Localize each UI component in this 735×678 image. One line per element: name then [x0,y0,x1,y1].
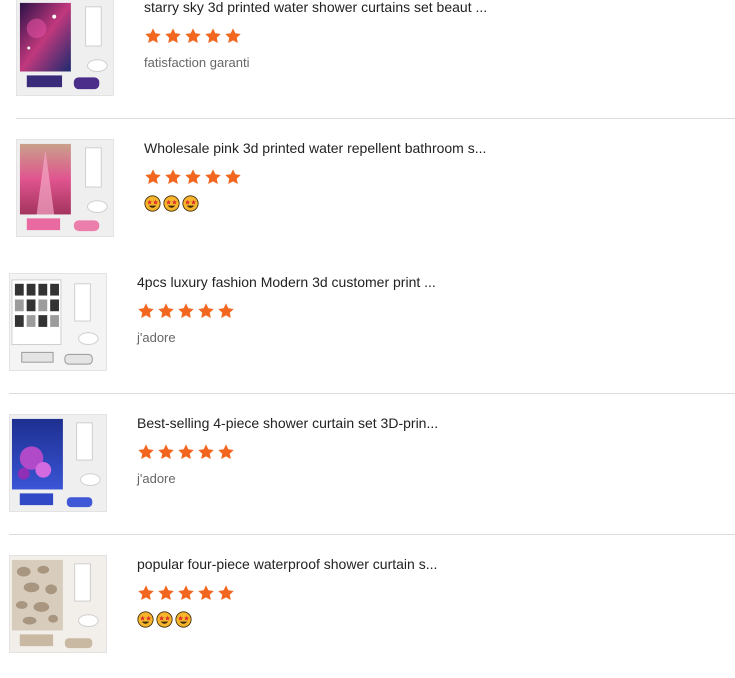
blue-floral-curtain-image [10,415,106,511]
review-item: starry sky 3d printed water shower curta… [0,0,735,118]
product-title[interactable]: Wholesale pink 3d printed water repellen… [144,139,486,157]
star-icon [217,302,235,320]
star-icon [197,584,215,602]
review-item: 4pcs luxury fashion Modern 3d customer p… [0,273,735,393]
star-struck-emoji [163,195,180,212]
product-title[interactable]: 4pcs luxury fashion Modern 3d customer p… [137,273,436,291]
star-icon [217,584,235,602]
star-icon [164,168,182,186]
star-icon [137,443,155,461]
star-icon [184,27,202,45]
product-thumbnail[interactable] [9,414,107,512]
review-comment: j'adore [137,330,176,345]
review-divider [9,534,735,535]
product-thumbnail[interactable] [9,273,107,371]
rating-stars [137,443,235,463]
product-title[interactable]: popular four-piece waterproof shower cur… [137,555,437,573]
star-struck-emoji [182,195,199,212]
product-title[interactable]: Best-selling 4-piece shower curtain set … [137,414,438,432]
product-thumbnail[interactable] [9,555,107,653]
rating-stars [144,27,242,47]
star-struck-emoji [137,611,154,628]
star-icon [144,27,162,45]
star-icon [204,168,222,186]
review-comment: fatisfaction garanti [144,55,250,70]
emoji-reaction [144,195,199,213]
review-comment: j'adore [137,471,176,486]
pink-curtain-image [17,140,113,236]
star-icon [157,584,175,602]
star-icon [204,27,222,45]
star-icon [224,168,242,186]
review-item: popular four-piece waterproof shower cur… [0,555,735,675]
star-icon [184,168,202,186]
star-icon [177,443,195,461]
starry-sky-curtain-image [17,0,113,95]
review-item: Best-selling 4-piece shower curtain set … [0,414,735,534]
star-icon [177,302,195,320]
review-divider [9,393,735,394]
rating-stars [137,584,235,604]
product-title[interactable]: starry sky 3d printed water shower curta… [144,0,487,16]
review-item: Wholesale pink 3d printed water repellen… [0,139,735,259]
star-icon [157,443,175,461]
rating-stars [137,302,235,322]
star-icon [144,168,162,186]
star-icon [164,27,182,45]
pebble-curtain-image [10,556,106,652]
product-thumbnail[interactable] [16,139,114,237]
product-thumbnail[interactable] [16,0,114,96]
emoji-reaction [137,611,192,629]
star-icon [197,302,215,320]
star-struck-emoji [175,611,192,628]
star-icon [157,302,175,320]
rating-stars [144,168,242,188]
star-struck-emoji [156,611,173,628]
star-icon [224,27,242,45]
star-icon [197,443,215,461]
star-icon [137,584,155,602]
star-struck-emoji [144,195,161,212]
star-icon [177,584,195,602]
star-icon [137,302,155,320]
star-icon [217,443,235,461]
review-divider [16,118,735,119]
grid-curtain-image [10,274,106,370]
